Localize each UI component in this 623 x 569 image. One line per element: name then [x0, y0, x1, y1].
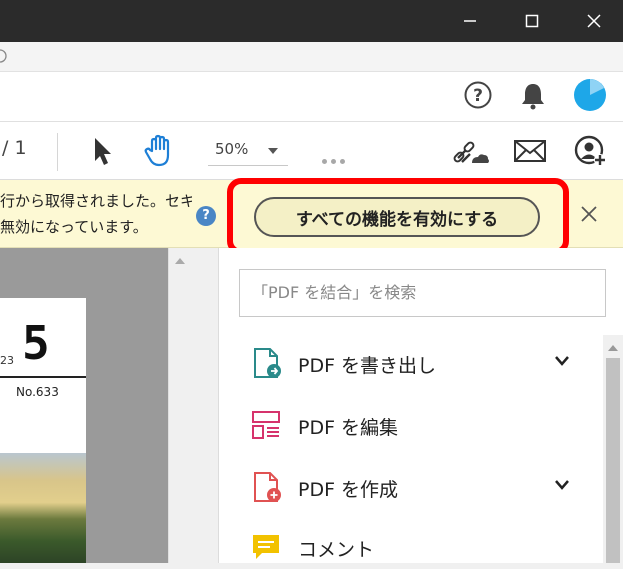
- scrollbar-thumb[interactable]: [606, 358, 620, 563]
- avatar[interactable]: [573, 78, 607, 112]
- maximize-icon: [525, 14, 539, 28]
- add-user-icon[interactable]: [573, 134, 609, 168]
- more-tools-icon[interactable]: [322, 149, 349, 168]
- notification-line-1: 行から取得されました。セキ: [0, 192, 192, 210]
- menu-strip: [0, 42, 623, 72]
- tool-label: PDF を編集: [298, 417, 399, 439]
- email-icon[interactable]: [513, 138, 547, 164]
- select-cursor-icon[interactable]: [90, 135, 114, 167]
- tool-export-pdf[interactable]: PDF を書き出し: [250, 341, 600, 385]
- document-scrollbar[interactable]: [168, 248, 192, 563]
- page-big-number: 5: [22, 316, 50, 370]
- page-rule: [0, 376, 86, 378]
- tool-label: コメント: [298, 539, 375, 561]
- partial-circle-icon: [0, 49, 7, 63]
- minimize-button[interactable]: [442, 0, 498, 42]
- scroll-up-icon[interactable]: [608, 345, 618, 351]
- page-small-number: 23: [0, 354, 14, 367]
- tool-search-input[interactable]: 「PDF を結合」を検索: [239, 269, 606, 317]
- tool-comment[interactable]: コメント: [250, 525, 600, 569]
- maximize-button[interactable]: [504, 0, 560, 42]
- zoom-dropdown[interactable]: 50%: [208, 136, 288, 166]
- export-pdf-icon: [254, 348, 281, 378]
- close-icon: [587, 14, 601, 28]
- chevron-down-icon[interactable]: [554, 479, 570, 491]
- close-window-button[interactable]: [566, 0, 622, 42]
- tool-label: PDF を作成: [298, 479, 399, 501]
- notification-line-2: 無効になっています。: [0, 218, 148, 236]
- tool-label: PDF を書き出し: [298, 355, 437, 377]
- chevron-down-icon[interactable]: [554, 355, 570, 367]
- svg-text:?: ?: [473, 86, 483, 106]
- notification-message: 行から取得されました。セキ 無効になっています。: [0, 188, 192, 240]
- edit-pdf-icon: [252, 411, 280, 439]
- chevron-down-icon: [268, 148, 278, 154]
- close-notification-icon[interactable]: [577, 202, 601, 226]
- comment-icon: [253, 535, 279, 559]
- scroll-up-icon[interactable]: [175, 258, 185, 264]
- tool-create-pdf[interactable]: PDF を作成: [250, 465, 600, 509]
- share-link-icon[interactable]: [452, 136, 490, 168]
- help-icon[interactable]: ?: [463, 80, 493, 110]
- minimize-icon: [464, 20, 476, 22]
- page-photo: [0, 453, 86, 563]
- question-icon[interactable]: ?: [196, 206, 216, 226]
- zoom-value: 50%: [215, 140, 249, 158]
- page-indicator: / 1: [2, 137, 27, 159]
- tool-edit-pdf[interactable]: PDF を編集: [250, 403, 600, 447]
- panel-gutter: [192, 248, 218, 563]
- toolbar-separator: [57, 133, 58, 171]
- page-issue-number: No.633: [16, 385, 59, 399]
- hand-tool-icon[interactable]: [142, 133, 178, 169]
- bell-icon[interactable]: [519, 80, 547, 110]
- create-pdf-icon: [254, 472, 281, 502]
- enable-all-features-button[interactable]: すべての機能を有効にする: [254, 197, 540, 237]
